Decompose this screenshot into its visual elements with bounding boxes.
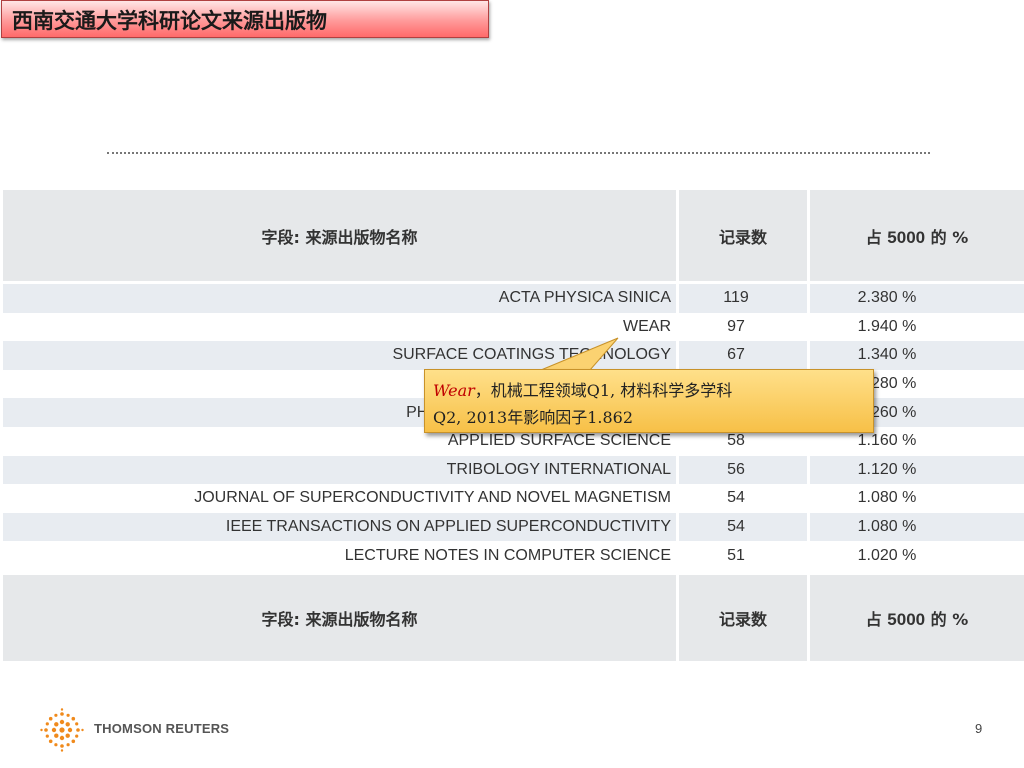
footer-header-field[interactable]: 字段: 来源出版物名称 bbox=[3, 569, 679, 661]
brand-name: THOMSON REUTERS bbox=[94, 721, 230, 736]
row-percent: 2.380 % bbox=[810, 284, 1024, 313]
thomson-reuters-dots-icon bbox=[40, 708, 84, 752]
journal-callout: Wear，机械工程领域Q1, 材料科学多学科 Q2, 2013年影响因子1.86… bbox=[424, 369, 874, 433]
table-row: JOURNAL OF SUPERCONDUCTIVITY AND NOVEL M… bbox=[3, 484, 1024, 513]
table-row: WEAR 97 1.940 % bbox=[3, 312, 1024, 342]
row-percent: 1.940 % bbox=[857, 317, 917, 335]
row-name[interactable]: IEEE TRANSACTIONS ON APPLIED SUPERCONDUC… bbox=[3, 512, 679, 542]
callout-journal-name: Wear bbox=[433, 381, 475, 400]
callout-line-1: Wear，机械工程领域Q1, 材料科学多学科 bbox=[433, 381, 733, 400]
slide-title-box: 西南交通大学科研论文来源出版物 bbox=[1, 0, 489, 38]
table-row: SURFACE COATINGS TECHNOLOGY 67 1.340 % bbox=[3, 341, 1024, 370]
slide-title: 西南交通大学科研论文来源出版物 bbox=[12, 9, 327, 33]
header-field[interactable]: 字段: 来源出版物名称 bbox=[3, 190, 679, 284]
header-percent[interactable]: 占 5000 的 % bbox=[810, 190, 1024, 284]
row-count: 56 bbox=[679, 455, 810, 485]
row-count: 54 bbox=[679, 512, 810, 542]
table-header-bottom: 字段: 来源出版物名称 记录数 占 5000 的 % bbox=[3, 569, 1024, 661]
row-name[interactable]: WEAR bbox=[3, 312, 679, 342]
page-number: 9 bbox=[975, 721, 983, 736]
row-count: 51 bbox=[679, 541, 810, 570]
dotted-divider bbox=[107, 152, 930, 154]
table-row: LECTURE NOTES IN COMPUTER SCIENCE 51 1.0… bbox=[3, 541, 1024, 570]
row-percent: 1.120 % bbox=[810, 455, 1024, 485]
row-name[interactable]: SURFACE COATINGS TECHNOLOGY bbox=[3, 341, 679, 370]
row-count: 67 bbox=[679, 341, 810, 370]
row-percent: 1.080 % bbox=[810, 512, 1024, 542]
row-name[interactable]: JOURNAL OF SUPERCONDUCTIVITY AND NOVEL M… bbox=[3, 484, 679, 513]
row-count: 97 bbox=[679, 312, 810, 342]
row-percent: 1.020 % bbox=[857, 546, 917, 564]
row-count: 54 bbox=[679, 484, 810, 513]
footer-header-percent[interactable]: 占 5000 的 % bbox=[810, 569, 1024, 661]
header-count[interactable]: 记录数 bbox=[679, 190, 810, 284]
row-name[interactable]: TRIBOLOGY INTERNATIONAL bbox=[3, 455, 679, 485]
footer-header-count[interactable]: 记录数 bbox=[679, 569, 810, 661]
row-name[interactable]: LECTURE NOTES IN COMPUTER SCIENCE bbox=[3, 541, 679, 570]
table-row: IEEE TRANSACTIONS ON APPLIED SUPERCONDUC… bbox=[3, 512, 1024, 542]
table-row: ACTA PHYSICA SINICA 119 2.380 % bbox=[3, 284, 1024, 313]
row-name[interactable]: ACTA PHYSICA SINICA bbox=[3, 284, 679, 313]
callout-line-2: Q2, 2013年影响因子1.862 bbox=[433, 408, 633, 427]
row-count: 119 bbox=[679, 284, 810, 313]
table-row: TRIBOLOGY INTERNATIONAL 56 1.120 % bbox=[3, 455, 1024, 485]
row-percent: 1.340 % bbox=[810, 341, 1024, 370]
table-header-top: 字段: 来源出版物名称 记录数 占 5000 的 % bbox=[3, 190, 1024, 284]
row-percent: 1.080 % bbox=[857, 489, 917, 507]
